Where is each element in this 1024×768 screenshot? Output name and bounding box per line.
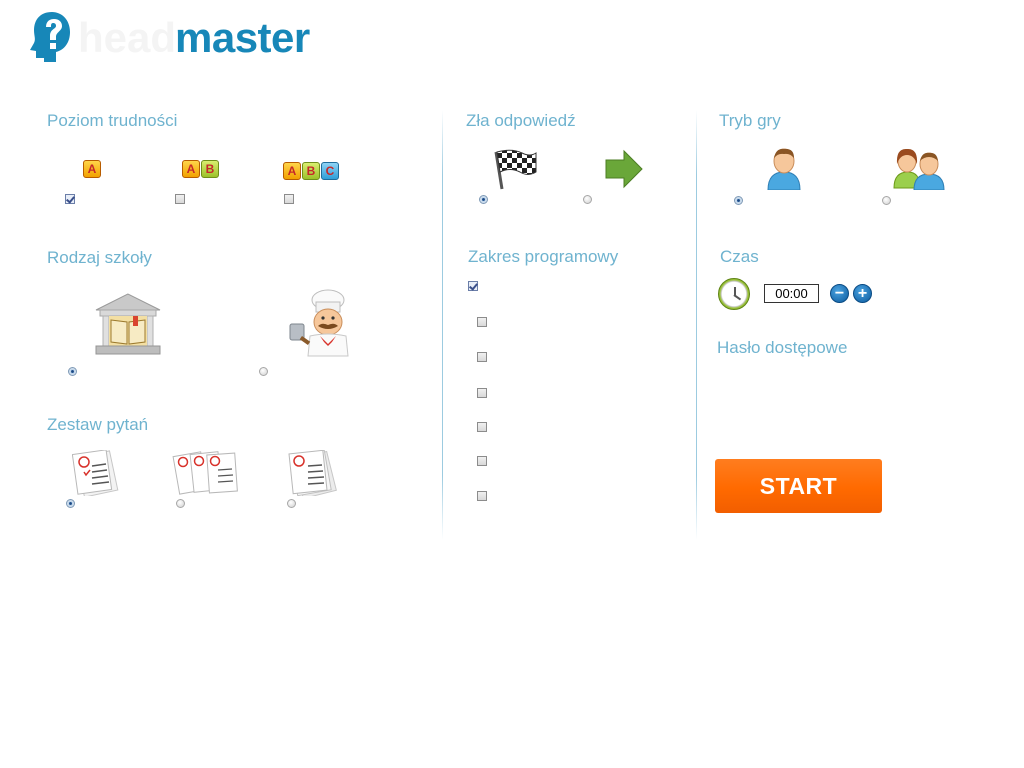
- single-test-sheet-icon: [72, 450, 119, 496]
- logo-text: master: [175, 14, 310, 61]
- difficulty-checkbox-a[interactable]: [65, 194, 75, 204]
- curriculum-checkbox-5[interactable]: [477, 456, 487, 466]
- letter-block: A: [182, 160, 200, 178]
- chef-icon: [289, 289, 349, 357]
- time-increase-button[interactable]: +: [853, 284, 872, 303]
- question-set-heading: Zestaw pytań: [47, 415, 149, 434]
- letter-block: A: [283, 162, 301, 180]
- column-divider-right: [696, 110, 697, 540]
- wrong-answer-radio-arrow[interactable]: [583, 195, 592, 204]
- multi-player-icon: [893, 148, 945, 190]
- curriculum-checkbox-1[interactable]: [477, 317, 487, 327]
- start-button[interactable]: START: [715, 459, 882, 513]
- password-heading: Hasło dostępowe: [717, 338, 848, 357]
- game-mode-radio-single[interactable]: [734, 196, 743, 205]
- app-logo: head master: [30, 10, 330, 66]
- clock-icon: [718, 278, 750, 310]
- game-mode-heading: Tryb gry: [719, 111, 781, 130]
- multiple-test-sheets-icon: [172, 451, 238, 495]
- letter-block: A: [83, 160, 101, 178]
- time-input[interactable]: [764, 284, 819, 303]
- difficulty-checkbox-ab[interactable]: [175, 194, 185, 204]
- school-type-radio-chef[interactable]: [259, 367, 268, 376]
- wrong-answer-heading: Zła odpowiedź: [466, 111, 576, 130]
- letter-block: C: [321, 162, 339, 180]
- curriculum-checkbox-2[interactable]: [477, 352, 487, 362]
- curriculum-checkbox-4[interactable]: [477, 422, 487, 432]
- curriculum-checkbox-6[interactable]: [477, 491, 487, 501]
- logo-ghost-text: head: [78, 14, 177, 61]
- wrong-answer-radio-flag[interactable]: [479, 195, 488, 204]
- difficulty-abc-icon: ABC: [283, 162, 340, 180]
- school-type-heading: Rodzaj szkoły: [47, 248, 152, 267]
- curriculum-checkbox-3[interactable]: [477, 388, 487, 398]
- letter-block: B: [201, 160, 219, 178]
- column-divider-left: [442, 110, 443, 540]
- curriculum-heading: Zakres programowy: [468, 247, 619, 266]
- time-decrease-button[interactable]: −: [830, 284, 849, 303]
- head-question-icon: [30, 12, 70, 62]
- checkered-flag-icon: [494, 149, 537, 190]
- difficulty-heading: Poziom trudności: [47, 111, 178, 130]
- difficulty-checkbox-abc[interactable]: [284, 194, 294, 204]
- curriculum-checkbox-all[interactable]: [468, 281, 478, 291]
- question-set-radio-3[interactable]: [287, 499, 296, 508]
- school-type-radio-school[interactable]: [68, 367, 77, 376]
- green-arrow-icon: [605, 149, 643, 189]
- single-player-icon: [767, 148, 801, 190]
- question-set-radio-2[interactable]: [176, 499, 185, 508]
- letter-block: B: [302, 162, 320, 180]
- difficulty-ab-icon: AB: [182, 160, 220, 178]
- game-mode-radio-multi[interactable]: [882, 196, 891, 205]
- school-building-icon: [95, 293, 161, 355]
- question-set-radio-1[interactable]: [66, 499, 75, 508]
- time-heading: Czas: [720, 247, 759, 266]
- difficulty-a-icon: A: [83, 160, 102, 178]
- test-sheet-stack-icon: [288, 450, 337, 496]
